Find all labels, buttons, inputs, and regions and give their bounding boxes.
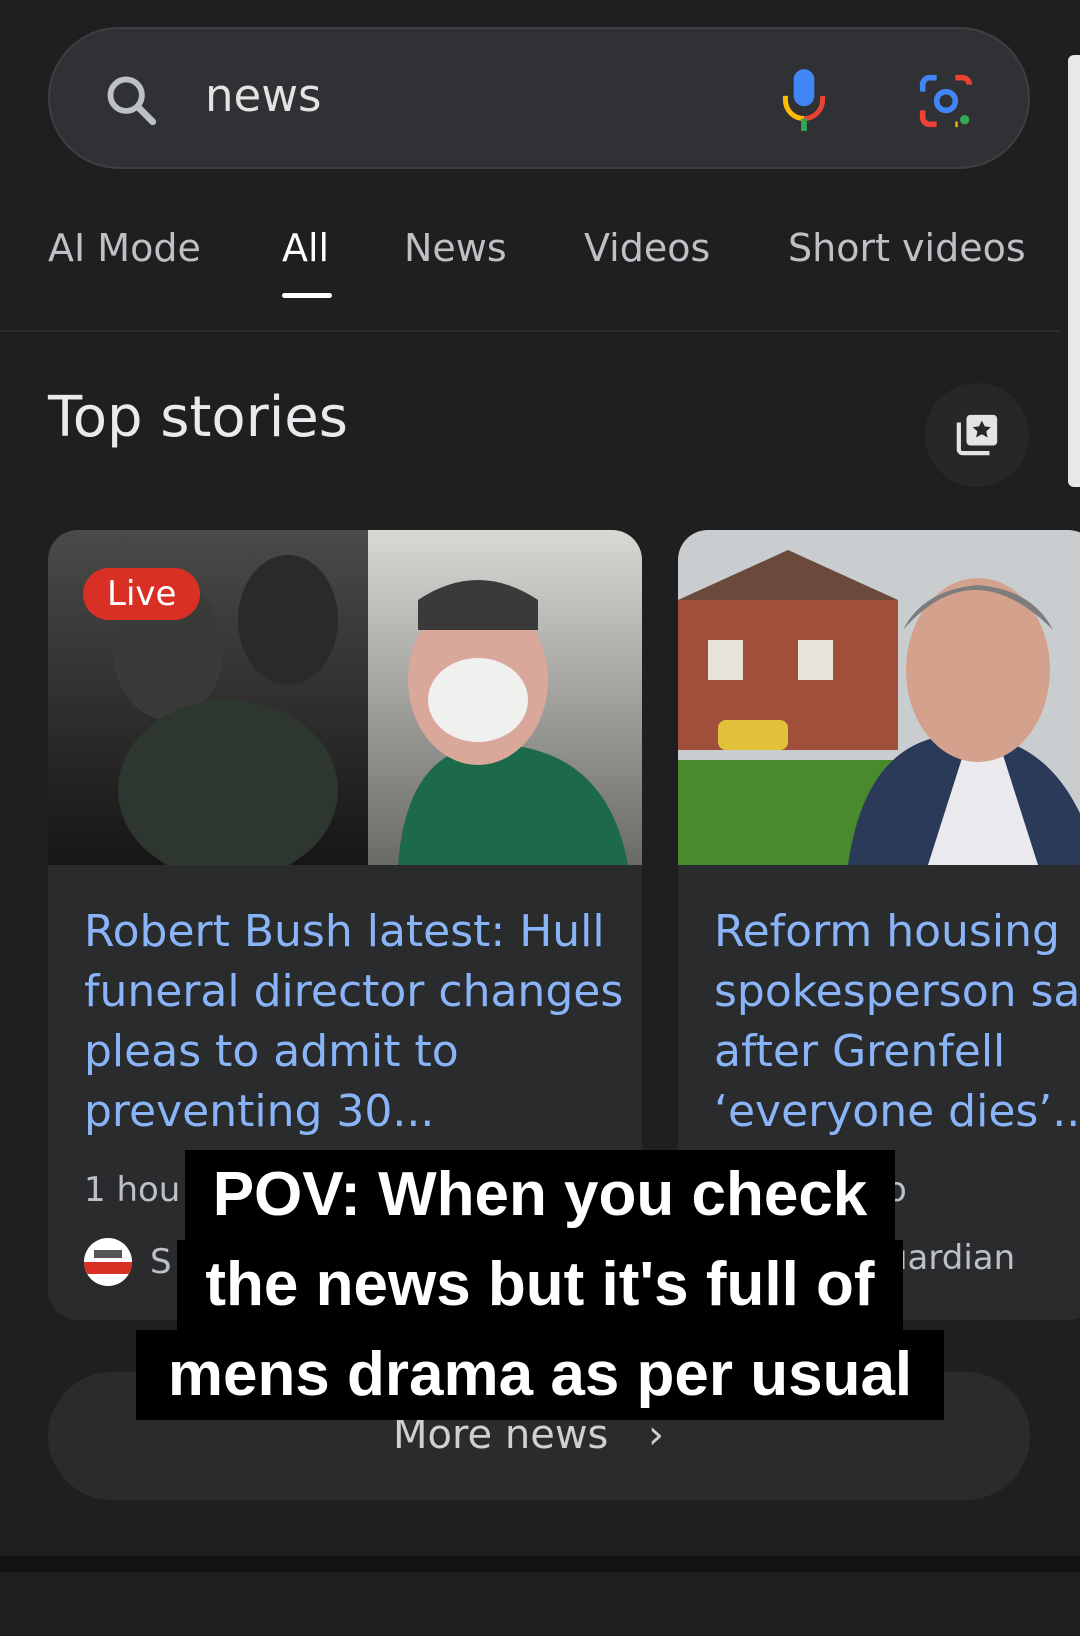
tab-videos[interactable]: Videos: [584, 226, 710, 270]
tab-news[interactable]: News: [404, 226, 507, 270]
news-thumbnail-image: [678, 530, 1080, 865]
caption-line: mens drama as per usual: [135, 1330, 945, 1420]
tab-ai-mode[interactable]: AI Mode: [48, 226, 201, 270]
feedback-button[interactable]: [925, 383, 1029, 487]
caption-line: the news but it's full of: [177, 1240, 903, 1330]
caption-line: POV: When you check: [184, 1150, 896, 1240]
microphone-icon[interactable]: [778, 67, 830, 133]
news-headline[interactable]: Robert Bush latest: Hull funeral directo…: [84, 902, 624, 1142]
search-input[interactable]: news: [205, 69, 321, 122]
search-tabs: AI Mode All News Videos Short videos: [0, 226, 1080, 306]
section-divider: [0, 1556, 1080, 1572]
headline-line: spokesperson sa: [714, 966, 1080, 1017]
tab-all[interactable]: All: [282, 226, 329, 270]
active-tab-indicator: [282, 293, 332, 298]
headline-line: ‘everyone dies’...: [714, 1086, 1080, 1137]
headline-line: after Grenfell: [714, 1026, 1006, 1077]
divider: [0, 330, 1060, 332]
search-icon: [107, 76, 157, 126]
headline-line: Reform housing: [714, 906, 1060, 957]
camera-lens-icon[interactable]: [918, 73, 974, 129]
search-bar[interactable]: news: [48, 27, 1030, 169]
star-gallery-icon: [956, 414, 998, 456]
overlay-caption: POV: When you check the news but it's fu…: [0, 1150, 1080, 1420]
section-title: Top stories: [48, 385, 348, 450]
tab-short-videos[interactable]: Short videos: [788, 226, 1026, 270]
live-badge: Live: [83, 568, 201, 620]
news-headline[interactable]: Reform housing spokesperson sa after Gre…: [714, 902, 1080, 1142]
